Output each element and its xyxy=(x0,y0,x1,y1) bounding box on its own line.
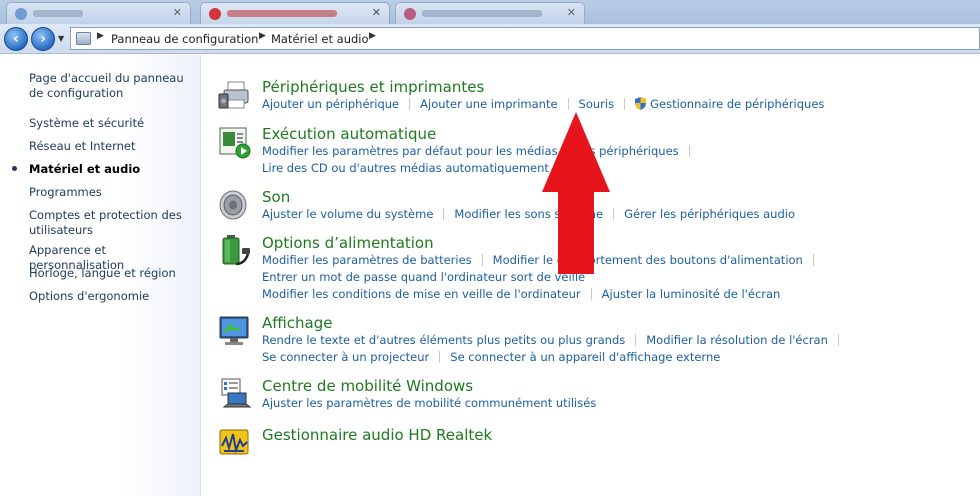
adjust-volume-link[interactable]: Ajuster le volume du système xyxy=(262,207,433,221)
mouse-link[interactable]: Souris xyxy=(579,97,615,111)
connect-external-display-link[interactable]: Se connecter à un appareil d'affichage e… xyxy=(450,350,720,364)
control-panel-icon xyxy=(76,32,91,45)
shield-icon xyxy=(635,97,647,110)
manage-audio-devices-link[interactable]: Gérer les périphériques audio xyxy=(624,207,795,221)
printer-icon[interactable] xyxy=(218,78,252,112)
back-button[interactable]: ‹ xyxy=(4,27,28,51)
wake-password-link[interactable]: Entrer un mot de passe quand l'ordinateu… xyxy=(262,270,585,284)
nav-programs-link[interactable]: Programmes xyxy=(29,185,199,200)
tab-favicon-icon xyxy=(404,8,416,20)
address-toolbar: ‹ › ▼ ▶ Panneau de configuration ▶ Matér… xyxy=(0,24,980,54)
breadcrumb-hardware-audio[interactable]: Matériel et audio xyxy=(271,32,369,46)
task-row: Modifier les paramètres par défaut pour … xyxy=(262,144,700,158)
screen-resolution-link[interactable]: Modifier la résolution de l'écran xyxy=(646,333,828,347)
battery-settings-link[interactable]: Modifier les paramètres de batteries xyxy=(262,253,472,267)
nav-accounts-link[interactable]: Comptes et protection des utilisateurs xyxy=(29,208,189,238)
category-title[interactable]: Centre de mobilité Windows xyxy=(262,377,473,395)
close-icon[interactable]: ✕ xyxy=(173,6,182,19)
mobility-settings-link[interactable]: Ajuster les paramètres de mobilité commu… xyxy=(262,396,596,410)
autoplay-cd-link[interactable]: Lire des CD ou d'autres médias automatiq… xyxy=(262,161,549,175)
mobility-icon[interactable] xyxy=(218,377,252,411)
text-size-link[interactable]: Rendre le texte et d'autres éléments plu… xyxy=(262,333,625,347)
chevron-right-icon[interactable]: ▶ xyxy=(97,31,104,41)
task-row: Modifier les conditions de mise en veill… xyxy=(262,287,780,301)
active-bullet-icon xyxy=(12,166,17,171)
browser-tab[interactable]: ✕ xyxy=(6,2,191,24)
autoplay-defaults-link[interactable]: Modifier les paramètres par défaut pour … xyxy=(262,144,679,158)
category-title[interactable]: Son xyxy=(262,188,290,206)
nav-network-link[interactable]: Réseau et Internet xyxy=(29,139,199,154)
add-device-link[interactable]: Ajouter un périphérique xyxy=(262,97,399,111)
realtek-audio-icon[interactable] xyxy=(218,426,252,460)
category-title[interactable]: Périphériques et imprimantes xyxy=(262,78,484,96)
browser-tab[interactable]: ✕ xyxy=(200,2,390,24)
browser-tab[interactable]: ✕ xyxy=(395,2,585,24)
history-dropdown-icon[interactable]: ▼ xyxy=(58,34,64,43)
task-row: Ajouter un périphérique Ajouter une impri… xyxy=(262,97,824,111)
tab-favicon-icon xyxy=(15,8,27,20)
chevron-right-icon[interactable]: ▶ xyxy=(259,31,266,41)
task-row: Entrer un mot de passe quand l'ordinateu… xyxy=(262,270,585,284)
task-row: Se connecter à un projecteur Se connecter… xyxy=(262,350,720,364)
category-title[interactable]: Exécution automatique xyxy=(262,125,436,143)
battery-icon[interactable] xyxy=(218,234,252,268)
nav-clock-region-link[interactable]: Horloge, langue et région xyxy=(29,266,199,281)
sleep-conditions-link[interactable]: Modifier les conditions de mise en veill… xyxy=(262,287,581,301)
task-row: Rendre le texte et d'autres éléments plu… xyxy=(262,333,849,347)
nav-hardware-audio-link[interactable]: Matériel et audio xyxy=(29,162,199,177)
task-row: Ajuster les paramètres de mobilité commu… xyxy=(262,396,596,410)
autoplay-icon[interactable] xyxy=(218,125,252,159)
add-printer-link[interactable]: Ajouter une imprimante xyxy=(420,97,557,111)
tab-favicon-icon xyxy=(209,8,221,20)
red-arrow-annotation xyxy=(542,112,610,274)
nav-home-link[interactable]: Page d'accueil du panneau de configurati… xyxy=(29,71,199,101)
task-row: Ajuster le volume du système Modifier les… xyxy=(262,207,795,221)
browser-tab-strip: ✕ ✕ ✕ xyxy=(0,0,980,24)
nav-system-security-link[interactable]: Système et sécurité xyxy=(29,116,199,131)
nav-ergonomics-link[interactable]: Options d'ergonomie xyxy=(29,289,199,304)
category-title[interactable]: Gestionnaire audio HD Realtek xyxy=(262,426,492,444)
address-bar[interactable]: ▶ Panneau de configuration ▶ Matériel et… xyxy=(70,27,980,50)
left-nav-pane: Page d'accueil du panneau de configurati… xyxy=(0,55,201,496)
close-icon[interactable]: ✕ xyxy=(372,6,381,19)
category-title[interactable]: Affichage xyxy=(262,314,332,332)
display-icon[interactable] xyxy=(218,314,252,348)
screen-brightness-link[interactable]: Ajuster la luminosité de l'écran xyxy=(602,287,781,301)
close-icon[interactable]: ✕ xyxy=(567,6,576,19)
task-row: Lire des CD ou d'autres médias automatiq… xyxy=(262,161,549,175)
forward-button[interactable]: › xyxy=(31,27,55,51)
category-title[interactable]: Options d’alimentation xyxy=(262,234,434,252)
breadcrumb-control-panel[interactable]: Panneau de configuration xyxy=(111,32,258,46)
connect-projector-link[interactable]: Se connecter à un projecteur xyxy=(262,350,429,364)
speaker-icon[interactable] xyxy=(218,188,252,222)
chevron-right-icon[interactable]: ▶ xyxy=(369,31,376,41)
device-manager-link[interactable]: Gestionnaire de périphériques xyxy=(650,97,824,111)
